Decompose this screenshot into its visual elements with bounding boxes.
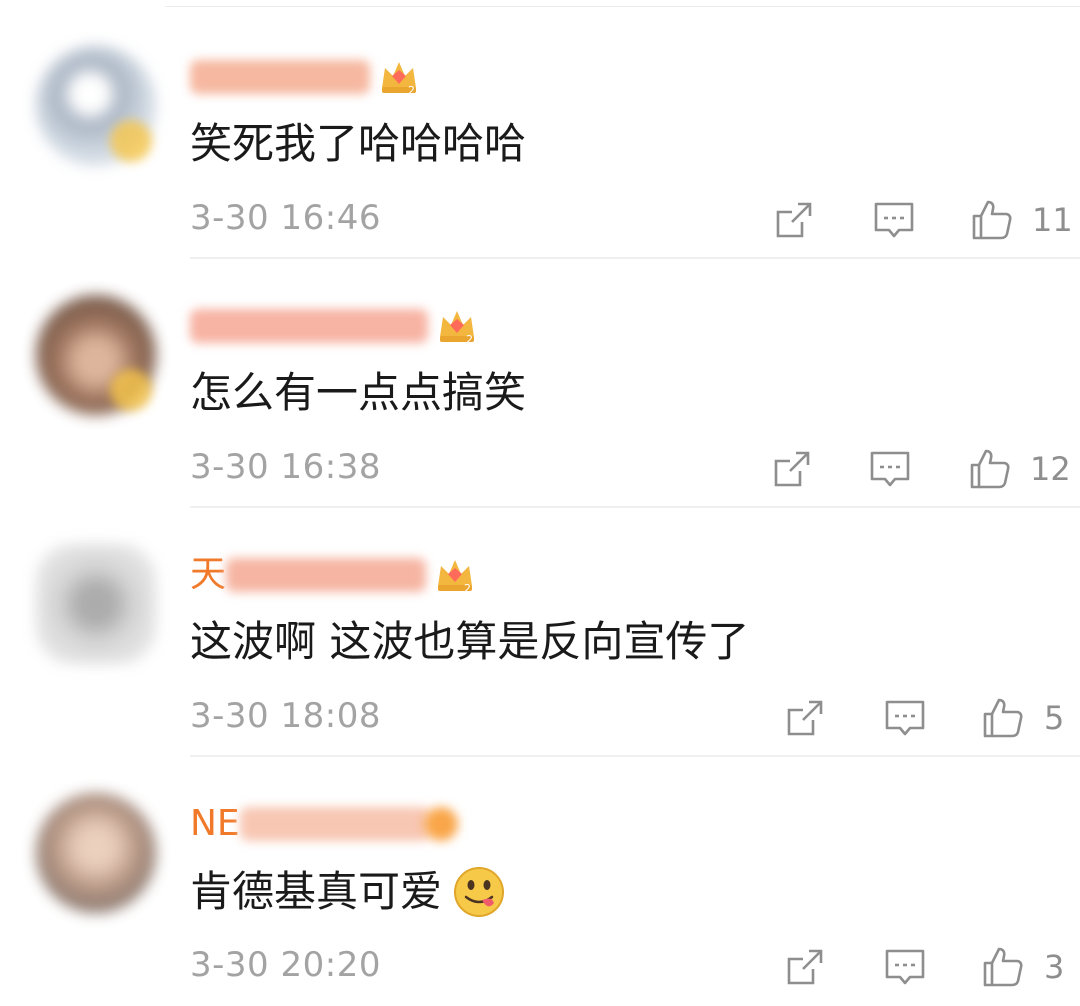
comment-time: 3-30 18:08 <box>190 696 381 736</box>
like-button[interactable] <box>981 945 1025 989</box>
share-button[interactable] <box>783 945 827 989</box>
thumbs-up-icon <box>972 200 1012 240</box>
like-button[interactable] <box>968 447 1012 491</box>
verified-badge-icon <box>110 120 152 162</box>
comment-text: 笑死我了哈哈哈哈 <box>190 119 527 168</box>
svg-text:2: 2 <box>466 333 473 346</box>
username-blurred <box>239 807 430 841</box>
username[interactable]: 2 <box>190 52 422 102</box>
comment-item: 2 笑死我了哈哈哈哈 3-30 16:46 11 <box>0 10 1080 259</box>
username[interactable]: NE <box>190 799 458 849</box>
top-divider <box>165 6 1080 7</box>
svg-text:2: 2 <box>408 84 415 97</box>
svg-text:2: 2 <box>464 582 471 595</box>
comment-item: 天 2 这波啊 这波也算是反向宣传了 3-30 18:08 5 <box>0 508 1080 757</box>
verified-badge-icon <box>423 807 458 841</box>
thumbs-up-icon <box>983 698 1023 738</box>
like-count: 5 <box>1044 699 1065 737</box>
like-count: 12 <box>1030 450 1071 488</box>
reply-button[interactable] <box>872 198 916 242</box>
crown-badge-icon: 2 <box>440 311 474 346</box>
crown-badge-icon: 2 <box>382 62 416 97</box>
username-blurred <box>190 60 370 94</box>
comment-text: 这波啊 这波也算是反向宣传了 <box>190 617 750 666</box>
comment-icon <box>874 202 914 238</box>
share-icon <box>774 451 810 487</box>
verified-badge-icon <box>110 369 152 411</box>
username[interactable]: 天 2 <box>190 550 478 600</box>
comment-item: NE 肯德基真可爱 3-30 20:20 3 <box>0 757 1080 1006</box>
comment-time: 3-30 16:46 <box>190 198 381 238</box>
reply-button[interactable] <box>868 447 912 491</box>
reply-button[interactable] <box>883 945 927 989</box>
comment-time: 3-30 16:38 <box>190 447 381 487</box>
comment-item: 2 怎么有一点点搞笑 3-30 16:38 12 <box>0 259 1080 508</box>
like-button[interactable] <box>981 696 1025 740</box>
comment-icon <box>885 700 925 736</box>
comment-icon <box>885 949 925 985</box>
comment-text: 肯德基真可爱 <box>190 865 506 919</box>
like-count: 3 <box>1044 948 1065 986</box>
username[interactable]: 2 <box>190 301 480 351</box>
share-icon <box>776 202 812 238</box>
thumbs-up-icon <box>970 449 1010 489</box>
avatar[interactable] <box>36 544 156 664</box>
comment-text-content: 肯德基真可爱 <box>190 867 443 916</box>
tongue-out-emoji-icon <box>454 867 505 917</box>
share-button[interactable] <box>770 447 814 491</box>
comment-icon <box>870 451 910 487</box>
username-blurred <box>190 309 428 343</box>
like-count: 11 <box>1032 201 1073 239</box>
like-button[interactable] <box>970 198 1014 242</box>
share-icon <box>787 949 823 985</box>
reply-button[interactable] <box>883 696 927 740</box>
share-icon <box>787 700 823 736</box>
comment-time: 3-30 20:20 <box>190 945 381 985</box>
share-button[interactable] <box>772 198 816 242</box>
username-blurred <box>226 558 427 592</box>
thumbs-up-icon <box>983 947 1023 987</box>
username-text: NE <box>190 803 240 844</box>
avatar[interactable] <box>36 793 156 913</box>
username-text: 天 <box>190 554 227 595</box>
share-button[interactable] <box>783 696 827 740</box>
comment-text: 怎么有一点点搞笑 <box>190 368 527 417</box>
crown-badge-icon: 2 <box>438 560 473 595</box>
